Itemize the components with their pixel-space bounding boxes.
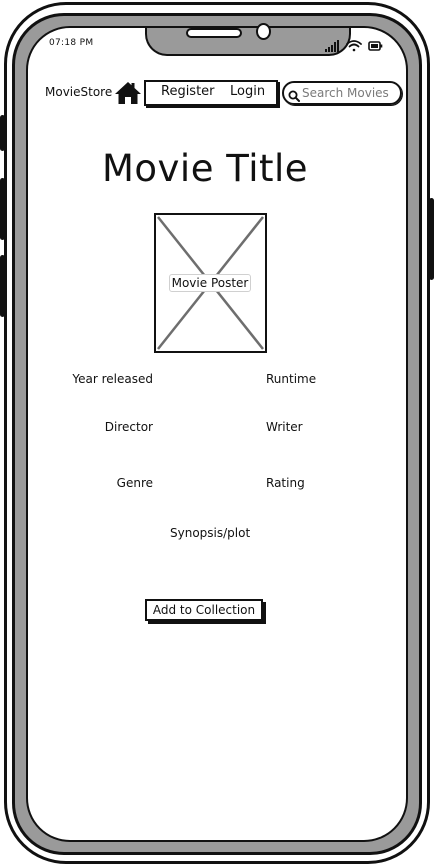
movie-title: Movie Title: [101, 147, 309, 190]
login-link[interactable]: Login: [230, 84, 265, 99]
year-released-label: Year released: [72, 372, 153, 386]
app-screen: 07:18 PM MovieStore Register Login Searc…: [0, 0, 434, 867]
poster-label: Movie Poster: [169, 274, 251, 292]
director-label: Director: [104, 420, 153, 434]
register-link[interactable]: Register: [161, 84, 215, 99]
status-icons: [325, 38, 385, 52]
wifi-icon: [346, 40, 362, 52]
home-icon[interactable]: [114, 81, 142, 105]
genre-label: Genre: [116, 476, 153, 490]
add-to-collection-button[interactable]: Add to Collection: [145, 599, 263, 621]
phone-notch: [145, 28, 351, 56]
synopsis-label: Synopsis/plot: [170, 526, 251, 540]
search-icon: [288, 87, 300, 102]
search-input[interactable]: [302, 84, 398, 101]
writer-label: Writer: [266, 420, 303, 434]
camera-icon: [256, 23, 271, 40]
rating-label: Rating: [266, 476, 305, 490]
signal-icon: [325, 40, 339, 52]
status-time: 07:18 PM: [49, 38, 94, 48]
battery-icon: [368, 41, 383, 51]
brand-logo[interactable]: MovieStore: [45, 85, 112, 99]
runtime-label: Runtime: [266, 372, 317, 386]
speaker-icon: [186, 28, 242, 38]
